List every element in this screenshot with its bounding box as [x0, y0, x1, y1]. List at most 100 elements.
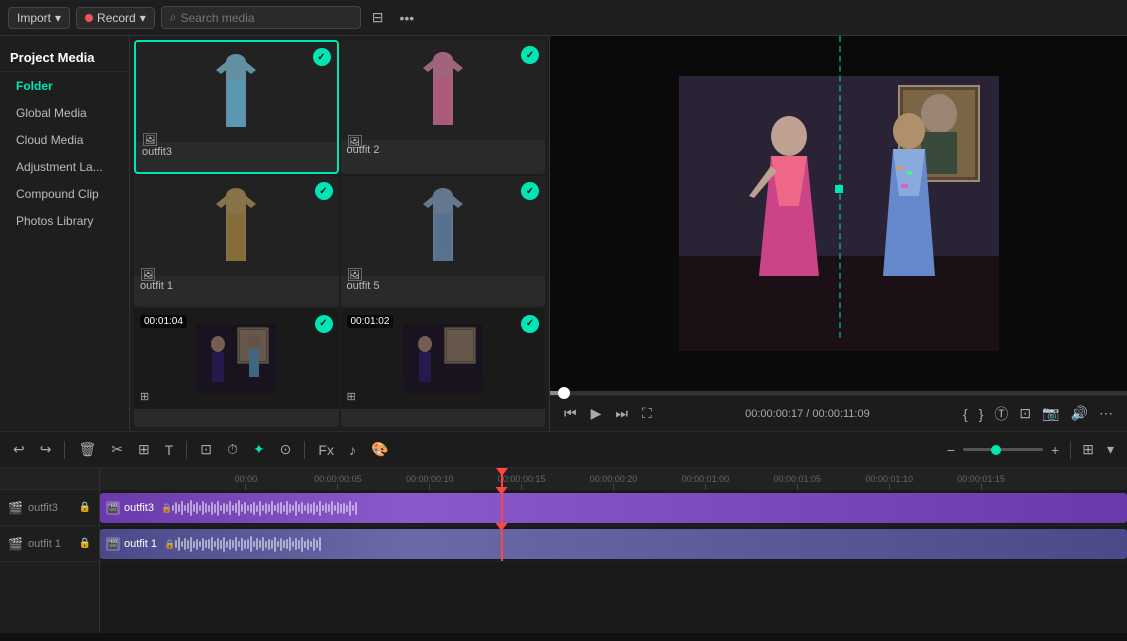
video-scene-svg — [679, 76, 999, 351]
media-item-outfit3[interactable]: 🖼 ✓ outfit3 — [134, 40, 339, 174]
tl-cut-button[interactable]: ✂ — [106, 438, 128, 461]
play-button[interactable]: ▶ — [587, 403, 606, 424]
ruler-mark-1: 00:00:00:05 — [292, 474, 384, 490]
record-button[interactable]: Record ▾ — [76, 7, 155, 29]
tl-snap-button[interactable]: ⊙ — [275, 438, 297, 461]
tl-fx-button[interactable]: Fx — [313, 439, 339, 461]
progress-bar[interactable] — [550, 391, 1127, 395]
video-type-icon-1: ⊞ — [140, 390, 149, 403]
image-type-icon-2: 🖼 — [347, 134, 364, 150]
tl-text-button[interactable]: T — [160, 439, 179, 461]
search-input[interactable] — [181, 11, 352, 25]
tl-color-button[interactable]: 🎨 — [366, 438, 393, 461]
ruler-label-4: 00:00:00:20 — [590, 474, 638, 484]
clip-lock-outfit1: 🔒 — [164, 539, 175, 550]
ruler-label-5: 00:00:01:00 — [682, 474, 730, 484]
fullscreen-button[interactable]: ⛶ — [638, 403, 656, 424]
media-item-outfit2[interactable]: 🖼 ✓ outfit 2 — [341, 40, 546, 174]
media-item-video1[interactable]: 00:01:04 ⊞ ✓ — [134, 309, 339, 427]
preview-area: ⏮ ▶ ⏭ ⛶ 00:00:00:17 / 00:00:11:09 { } Ⓣ … — [550, 36, 1127, 431]
record-label: Record — [97, 11, 136, 25]
zoom-in-button[interactable]: + — [1046, 439, 1064, 461]
check-badge-outfit1: ✓ — [315, 182, 333, 200]
adjustment-layer-label: Adjustment La... — [16, 160, 103, 174]
tl-delete-button[interactable]: 🗑 — [73, 438, 101, 461]
check-badge-outfit2: ✓ — [521, 46, 539, 64]
tl-split-button[interactable]: ⊞ — [133, 438, 155, 461]
media-thumb-outfit1 — [134, 176, 339, 276]
duration-badge-video2: 00:01:02 — [347, 315, 394, 328]
record-chevron-icon: ▾ — [140, 11, 146, 25]
preview-video — [550, 36, 1127, 391]
track-lock-icon-1[interactable]: 🔒 — [79, 502, 91, 513]
track-lock-icon-2[interactable]: 🔒 — [79, 538, 91, 549]
sidebar-item-folder[interactable]: Folder — [4, 73, 125, 99]
tl-redo-button[interactable]: ↪ — [35, 438, 57, 461]
tl-audio-button[interactable]: ♪ — [344, 439, 361, 461]
video-type-icon-2: ⊞ — [347, 390, 356, 403]
media-item-outfit1[interactable]: 🖼 ✓ outfit 1 — [134, 176, 339, 306]
ruler-mark-8: 00:00:01:15 — [935, 474, 1027, 490]
clip-outfit1[interactable]: 🎬 outfit 1 🔒 — [100, 529, 1127, 559]
tl-effect-button[interactable]: ✦ — [248, 438, 270, 461]
sidebar-item-cloud-media[interactable]: Cloud Media — [4, 127, 125, 153]
audio-button[interactable]: 🔊 — [1067, 403, 1092, 424]
media-item-video2[interactable]: 00:01:02 ⊞ ✓ — [341, 309, 546, 427]
media-grid: 🖼 ✓ outfit3 🖼 ✓ outfit 2 — [130, 36, 549, 431]
insert-button[interactable]: ⊡ — [1015, 403, 1035, 424]
time-display: 00:00:00:17 / 00:00:11:09 — [745, 408, 870, 420]
edit-icon-button[interactable]: Ⓣ — [990, 402, 1012, 426]
clip-thumbnail-icon: 🎬 — [106, 501, 120, 515]
timeline-area: ↩ ↪ 🗑 ✂ ⊞ T ⊡ ⏱ ✦ ⊙ Fx ♪ 🎨 − + ⊞ ▾ — [0, 431, 1127, 641]
zoom-controls: − + ⊞ ▾ — [942, 438, 1119, 461]
search-box[interactable]: ⌕ — [161, 6, 361, 29]
image-type-icon-4: 🖼 — [347, 267, 364, 283]
tl-undo-button[interactable]: ↩ — [8, 438, 30, 461]
snapshot-button[interactable]: 📷 — [1038, 403, 1063, 424]
ruler-mark-5: 00:00:01:00 — [659, 474, 751, 490]
mark-in-button[interactable]: { — [959, 404, 972, 424]
media-label-outfit5: outfit 5 — [341, 276, 546, 297]
settings-button[interactable]: ⋯ — [1095, 403, 1117, 424]
more-tl-button[interactable]: ▾ — [1102, 438, 1119, 461]
progress-thumb[interactable] — [558, 387, 570, 399]
zoom-slider[interactable] — [963, 448, 1043, 451]
timeline-toolbar: ↩ ↪ 🗑 ✂ ⊞ T ⊡ ⏱ ✦ ⊙ Fx ♪ 🎨 − + ⊞ ▾ — [0, 432, 1127, 468]
record-dot-icon — [85, 14, 93, 22]
media-label-video1 — [134, 409, 339, 418]
sidebar-item-adjustment-layer[interactable]: Adjustment La... — [4, 154, 125, 180]
tl-sep-1 — [64, 441, 65, 459]
clip-waveform-outfit3 — [172, 498, 1121, 518]
check-badge-outfit3: ✓ — [313, 48, 331, 66]
step-back-button[interactable]: ⏮ — [560, 403, 581, 424]
step-forward-button[interactable]: ⏭ — [611, 403, 632, 424]
import-button[interactable]: Import ▾ — [8, 7, 70, 29]
track-label-outfit1: outfit 1 — [28, 538, 61, 550]
media-thumb-outfit5 — [341, 176, 546, 276]
clip-outfit3[interactable]: 🎬 outfit3 🔒 — [100, 493, 1127, 523]
filter-button[interactable]: ⊟ — [367, 6, 389, 29]
tl-speed-button[interactable]: ⏱ — [222, 438, 243, 461]
ruler-mark-0: 00:00 — [200, 474, 292, 490]
ruler-label-0: 00:00 — [235, 474, 258, 484]
sidebar-item-global-media[interactable]: Global Media — [4, 100, 125, 126]
track-label-outfit3: outfit3 — [28, 502, 58, 514]
sidebar-item-compound-clip[interactable]: Compound Clip — [4, 181, 125, 207]
media-item-outfit5[interactable]: 🖼 ✓ outfit 5 — [341, 176, 546, 306]
tl-crop-button[interactable]: ⊡ — [195, 438, 217, 461]
more-options-button[interactable]: ••• — [395, 7, 420, 29]
sidebar: Project Media Folder Global Media Cloud … — [0, 36, 130, 431]
ruler-mark-7: 00:00:01:10 — [843, 474, 935, 490]
mark-out-button[interactable]: } — [975, 404, 988, 424]
timeline-scroll[interactable] — [0, 633, 1127, 641]
grid-button[interactable]: ⊞ — [1077, 438, 1099, 461]
sidebar-item-photos-library[interactable]: Photos Library — [4, 208, 125, 234]
zoom-out-button[interactable]: − — [942, 439, 960, 461]
top-toolbar: Import ▾ Record ▾ ⌕ ⊟ ••• — [0, 0, 1127, 36]
track-row-outfit1[interactable]: 🎬 outfit 1 🔒 — [100, 526, 1127, 562]
track-label-row-1: 🎬 outfit3 🔒 — [0, 490, 99, 526]
media-label-outfit2: outfit 2 — [341, 140, 546, 161]
media-thumb-outfit2 — [341, 40, 546, 140]
media-label-outfit1: outfit 1 — [134, 276, 339, 297]
track-row-outfit3[interactable]: 🎬 outfit3 🔒 — [100, 490, 1127, 526]
